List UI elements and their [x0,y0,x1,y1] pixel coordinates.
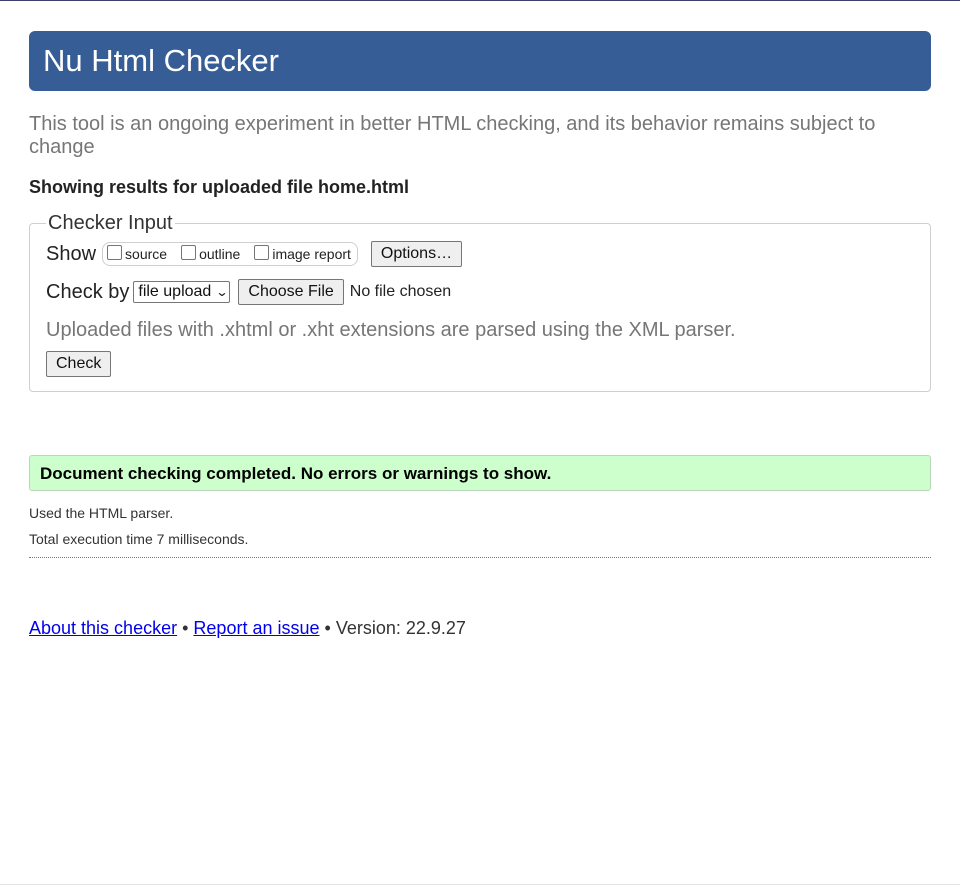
show-image-report-option[interactable]: image report [254,244,351,262]
image-report-label: image report [272,246,351,262]
no-file-chosen-text: No file chosen [349,283,452,300]
footer-separator-2: • [324,618,331,638]
success-message: Document checking completed. No errors o… [29,455,931,491]
check-by-selected-value: file upload [138,283,212,300]
check-button[interactable]: Check [46,351,112,377]
outline-label: outline [199,246,241,262]
version-text: Version: 22.9.27 [335,618,466,638]
footer-separator-1: • [182,618,189,638]
show-options-group: source outline image report [102,242,358,266]
results-heading: Showing results for uploaded file home.h… [29,177,410,197]
execution-time-text: Total execution time 7 milliseconds. [29,531,249,547]
image-report-checkbox[interactable] [254,244,270,260]
top-border [0,0,960,1]
source-label: source [125,246,168,262]
page-content: Nu Html Checker This tool is an ongoing … [29,31,931,639]
bottom-border [0,884,960,885]
report-issue-link[interactable]: Report an issue [193,618,319,638]
chevron-down-icon: ⌄ [215,285,229,299]
page-title: Nu Html Checker [43,43,279,78]
intro-text: This tool is an ongoing experiment in be… [29,113,876,158]
show-row: Show source outline image report Options… [46,241,914,267]
checker-input-legend: Checker Input [48,212,173,234]
show-label: Show [46,242,97,265]
options-button[interactable]: Options… [370,241,463,267]
source-checkbox[interactable] [107,244,123,260]
show-outline-option[interactable]: outline [181,244,241,262]
parser-used-text: Used the HTML parser. [29,505,174,521]
dotted-divider [29,557,931,558]
footer: About this checker • Report an issue • V… [29,618,931,639]
page-header: Nu Html Checker [29,31,931,91]
checker-input-fieldset: Checker Input Show source outline image … [29,212,931,392]
check-row: Check [46,351,914,377]
choose-file-button[interactable]: Choose File [238,279,344,305]
check-by-select[interactable]: file upload ⌄ [133,281,231,303]
parser-note: Uploaded files with .xhtml or .xht exten… [46,319,736,341]
check-by-label: Check by [46,280,130,303]
result-details: Used the HTML parser. Total execution ti… [29,500,931,552]
outline-checkbox[interactable] [181,244,197,260]
show-source-option[interactable]: source [107,244,168,262]
check-by-row: Check by file upload ⌄ Choose File No fi… [46,279,914,305]
about-checker-link[interactable]: About this checker [29,618,177,638]
